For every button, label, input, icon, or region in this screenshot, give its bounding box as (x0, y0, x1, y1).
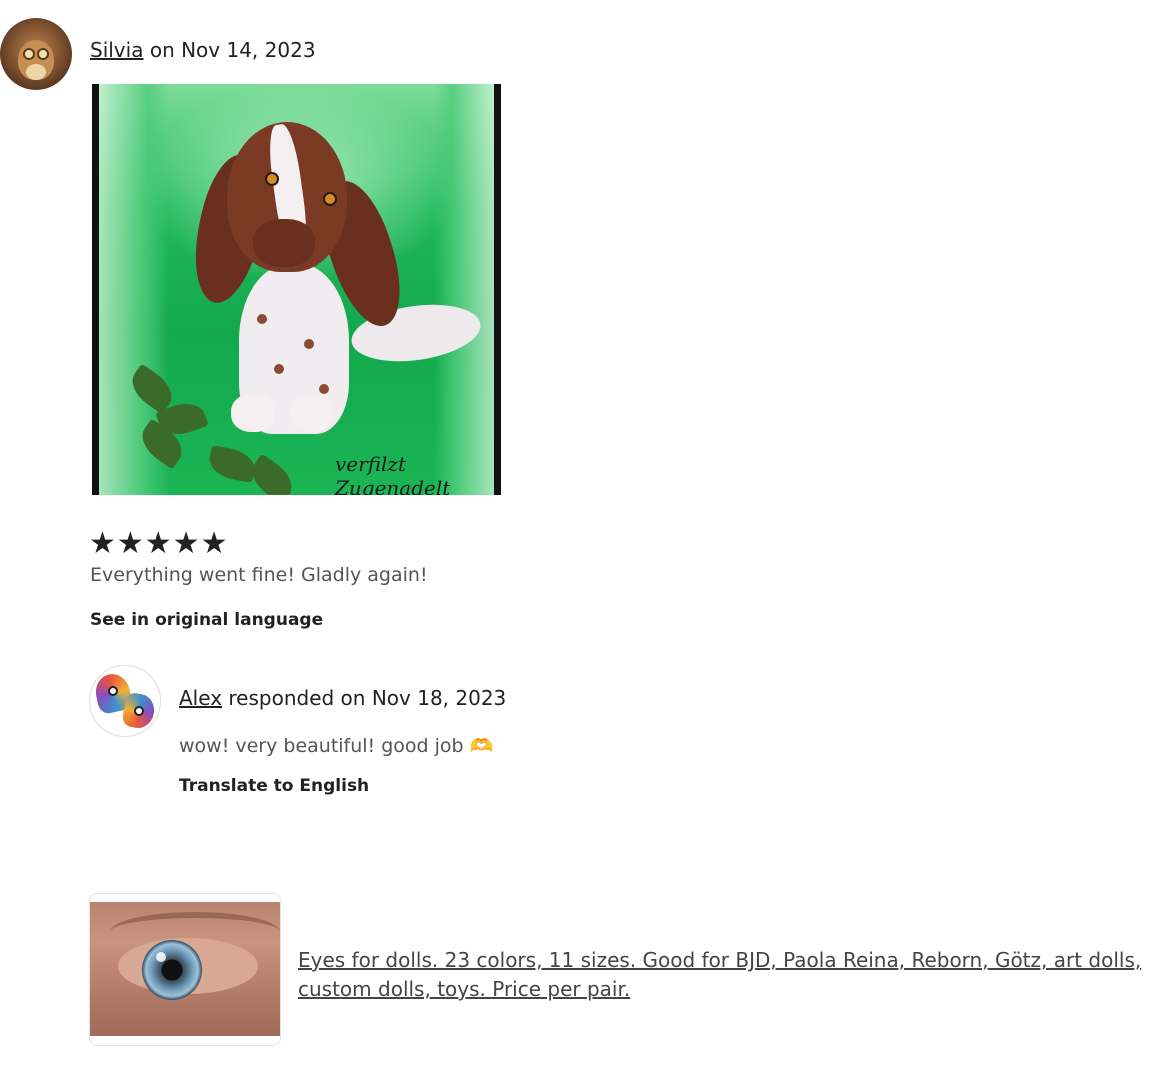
review-text: Everything went fine! Gladly again! (90, 564, 428, 586)
seller-name-link[interactable]: Alex (179, 686, 222, 710)
reviewer-name-link[interactable]: Silvia (90, 38, 143, 62)
doll-eye-image (90, 902, 280, 1036)
response-date: responded on Nov 18, 2023 (222, 686, 507, 710)
star-rating: ★★★★★ (89, 526, 229, 561)
listing-title-link[interactable]: Eyes for dolls. 23 colors, 11 sizes. Goo… (298, 946, 1148, 1004)
response-header: Alex responded on Nov 18, 2023 (179, 686, 506, 710)
seller-avatar[interactable] (89, 665, 161, 737)
response-text: wow! very beautiful! good job 🫶 (179, 735, 494, 757)
photo-watermark: verfilzt Zugenadelt (335, 452, 451, 495)
see-original-language-button[interactable]: See in original language (90, 610, 323, 630)
review-photo[interactable]: verfilzt Zugenadelt (92, 84, 501, 495)
review-header: Silvia on Nov 14, 2023 (90, 38, 316, 62)
reviewer-avatar[interactable] (0, 18, 72, 90)
review-date: on Nov 14, 2023 (143, 38, 316, 62)
translate-button[interactable]: Translate to English (179, 776, 369, 796)
listing-thumbnail[interactable] (89, 893, 281, 1046)
